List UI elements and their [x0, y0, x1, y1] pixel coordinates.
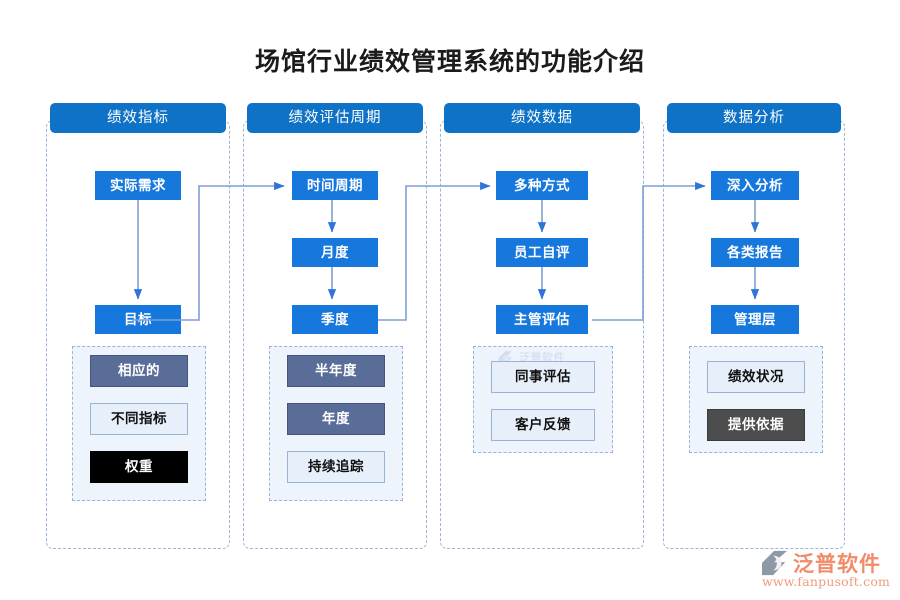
flow-box-deep-analysis[interactable]: 深入分析	[711, 171, 799, 200]
flow-box-management[interactable]: 管理层	[711, 305, 799, 334]
flow-box-various-reports[interactable]: 各类报告	[711, 238, 799, 267]
flow-box-time-cycle[interactable]: 时间周期	[292, 171, 378, 200]
sub-box-peer-review[interactable]: 同事评估	[491, 361, 595, 393]
sub-box-annual[interactable]: 年度	[287, 403, 385, 435]
column-performance-indicators: 绩效指标 实际需求 目标 相应的 不同指标 权重	[46, 103, 230, 549]
column-header-performance-indicators[interactable]: 绩效指标	[50, 103, 226, 133]
sub-box-different-indicators[interactable]: 不同指标	[90, 403, 188, 435]
column-performance-data: 绩效数据 多种方式 员工自评 主管评估 同事评估 客户反馈	[440, 103, 644, 549]
logo-swoosh-icon	[762, 550, 788, 576]
sub-box-semiannual[interactable]: 半年度	[287, 355, 385, 387]
sub-box-corresponding[interactable]: 相应的	[90, 355, 188, 387]
sub-box-customer-feedback[interactable]: 客户反馈	[491, 409, 595, 441]
sub-box-provide-basis[interactable]: 提供依据	[707, 409, 805, 441]
flow-box-goal[interactable]: 目标	[95, 305, 181, 334]
sub-box-continuous-tracking[interactable]: 持续追踪	[287, 451, 385, 483]
flow-box-actual-demand[interactable]: 实际需求	[95, 171, 181, 200]
flow-box-multiple-methods[interactable]: 多种方式	[496, 171, 588, 200]
column-evaluation-cycle: 绩效评估周期 时间周期 月度 季度 半年度 年度 持续追踪	[243, 103, 427, 549]
flow-box-quarterly[interactable]: 季度	[292, 305, 378, 334]
logo-url: www.fanpusoft.com	[762, 574, 891, 589]
flow-box-employee-self-review[interactable]: 员工自评	[496, 238, 588, 267]
page-title: 场馆行业绩效管理系统的功能介绍	[254, 47, 645, 76]
column-header-evaluation-cycle[interactable]: 绩效评估周期	[247, 103, 423, 133]
sub-box-weight[interactable]: 权重	[90, 451, 188, 483]
column-header-performance-data[interactable]: 绩效数据	[444, 103, 640, 133]
flow-box-supervisor-review[interactable]: 主管评估	[496, 305, 588, 334]
sub-box-performance-status[interactable]: 绩效状况	[707, 361, 805, 393]
diagram-canvas: 场馆行业绩效管理系统的功能介绍 绩效指标 实际需求 目标 相应的 不同指标 权重…	[0, 0, 900, 600]
column-data-analysis: 数据分析 深入分析 各类报告 管理层 绩效状况 提供依据	[663, 103, 845, 549]
column-header-data-analysis[interactable]: 数据分析	[667, 103, 841, 133]
fanpusoft-logo: 泛普软件 www.fanpusoft.com	[760, 549, 892, 593]
flow-box-monthly[interactable]: 月度	[292, 238, 378, 267]
